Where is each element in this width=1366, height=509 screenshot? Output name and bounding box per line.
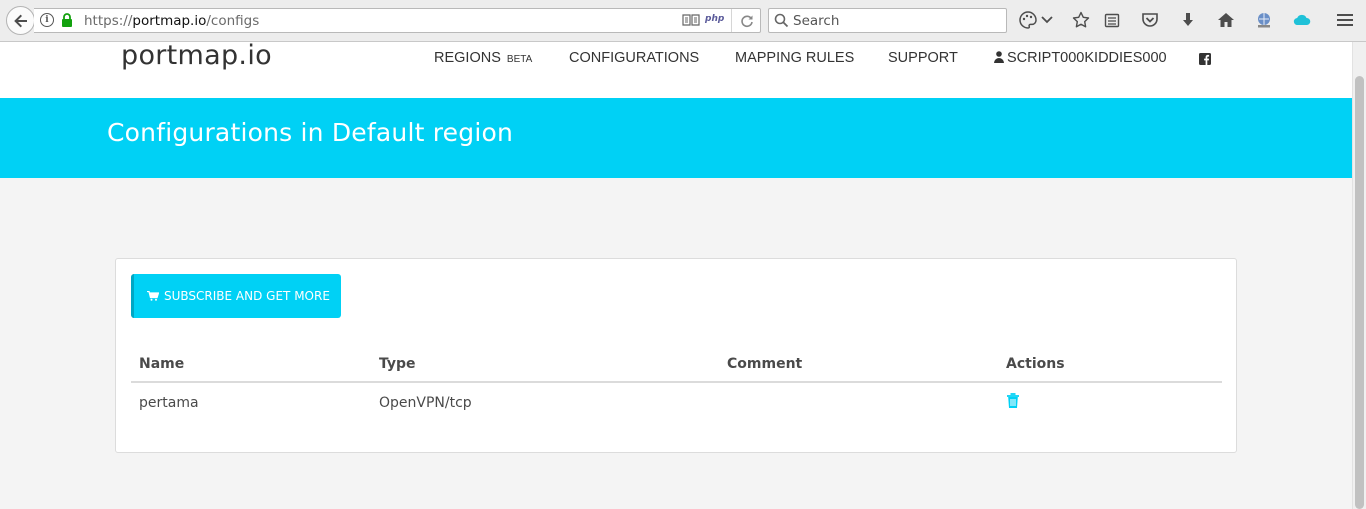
- nav-username: SCRIPT000KIDDIES000: [1007, 50, 1167, 66]
- config-comment: [719, 382, 998, 422]
- site-header: portmap.io REGIONS BETA CONFIGURATIONS M…: [0, 40, 1352, 98]
- config-type: OpenVPN/tcp: [379, 394, 472, 411]
- reading-list-icon[interactable]: [1101, 9, 1123, 31]
- chevron-down-icon[interactable]: [1040, 9, 1054, 31]
- url-bar[interactable]: i https://portmap.io/configs php: [34, 8, 761, 33]
- palette-icon[interactable]: [1017, 9, 1039, 31]
- site-logo[interactable]: portmap.io: [121, 40, 272, 71]
- config-name: pertama: [139, 394, 199, 411]
- column-header-comment: Comment: [719, 346, 998, 383]
- extension-globe-icon[interactable]: [1253, 9, 1275, 31]
- nav-mapping-rules[interactable]: MAPPING RULES: [735, 50, 854, 66]
- table-header-row: Name Type Comment Actions: [131, 346, 1222, 383]
- nav-regions[interactable]: REGIONS BETA: [434, 50, 532, 66]
- facebook-icon[interactable]: [1199, 53, 1211, 69]
- bookmark-star-icon[interactable]: [1070, 9, 1092, 31]
- config-actions: [998, 382, 1222, 422]
- back-button[interactable]: [6, 6, 35, 35]
- search-icon: [774, 13, 789, 28]
- info-icon[interactable]: i: [40, 13, 54, 27]
- configs-panel: SUBSCRIBE AND GET MORE Name Type Comment…: [115, 258, 1237, 453]
- url-text[interactable]: https://portmap.io/configs: [84, 13, 259, 29]
- subscribe-label: SUBSCRIBE AND GET MORE: [164, 289, 330, 303]
- page-title: Configurations in Default region: [107, 118, 514, 147]
- pocket-icon[interactable]: [1139, 9, 1161, 31]
- beta-badge: BETA: [506, 54, 533, 65]
- page-scrollbar[interactable]: [1352, 42, 1366, 509]
- delete-trash-icon[interactable]: [1006, 392, 1020, 413]
- reload-icon: [740, 14, 753, 27]
- reader-view-icon[interactable]: [682, 13, 700, 27]
- nav-user-account[interactable]: SCRIPT000KIDDIES000: [994, 50, 1167, 66]
- column-header-name: Name: [131, 346, 371, 383]
- cart-icon: [147, 291, 159, 301]
- hero-banner: Configurations in Default region: [0, 98, 1352, 178]
- arrow-left-icon: [13, 14, 27, 27]
- column-header-type: Type: [371, 346, 719, 383]
- user-icon: [994, 51, 1004, 63]
- nav-configurations[interactable]: CONFIGURATIONS: [569, 50, 699, 66]
- reload-button[interactable]: [731, 9, 761, 32]
- configs-table: Name Type Comment Actions pertama OpenVP…: [131, 346, 1222, 422]
- search-bar[interactable]: [768, 8, 1007, 33]
- download-icon[interactable]: [1177, 9, 1199, 31]
- search-input[interactable]: [793, 12, 993, 29]
- subscribe-button[interactable]: SUBSCRIBE AND GET MORE: [131, 274, 341, 318]
- column-header-actions: Actions: [998, 346, 1222, 383]
- browser-toolbar: i https://portmap.io/configs php: [0, 0, 1366, 42]
- lock-icon: [62, 13, 72, 27]
- home-icon[interactable]: [1215, 9, 1237, 31]
- nav-support[interactable]: SUPPORT: [888, 50, 958, 66]
- table-row: pertama OpenVPN/tcp: [131, 382, 1222, 422]
- php-badge: php: [705, 14, 725, 24]
- scrollbar-thumb[interactable]: [1355, 76, 1364, 509]
- nav-regions-label: REGIONS: [434, 50, 501, 66]
- cloud-icon[interactable]: [1291, 9, 1313, 31]
- menu-icon[interactable]: [1334, 9, 1356, 31]
